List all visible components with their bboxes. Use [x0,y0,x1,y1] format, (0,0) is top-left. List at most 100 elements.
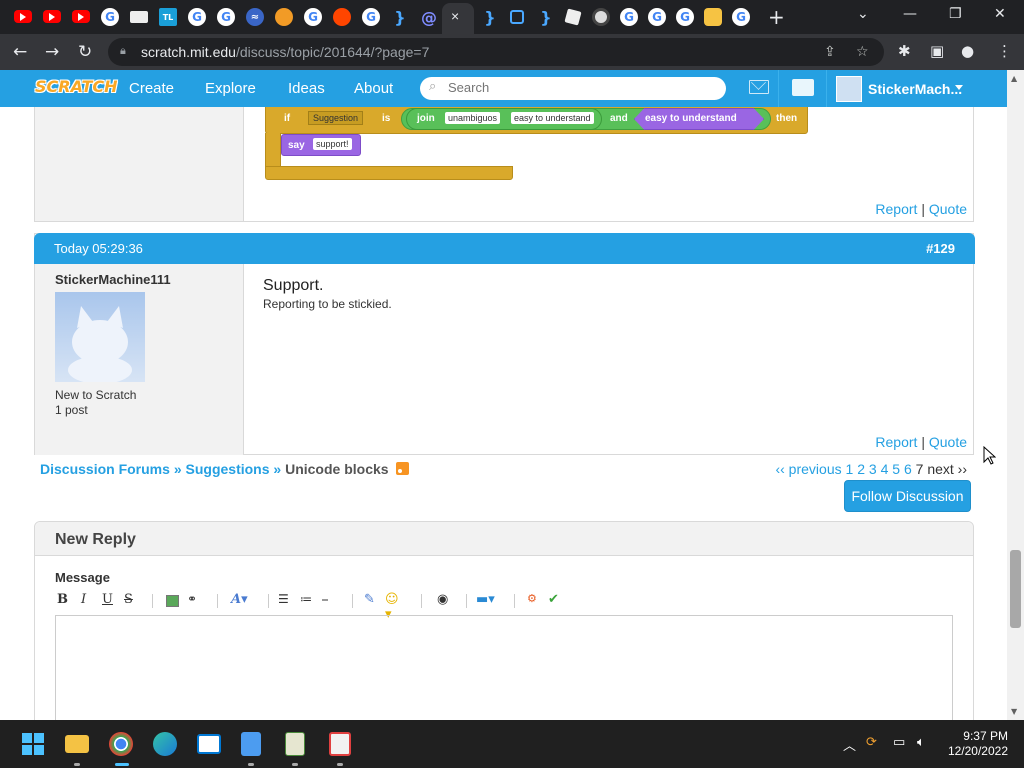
notepad-icon[interactable] [241,732,261,756]
bookmark-star-icon[interactable]: ☆ [856,44,869,60]
search-input[interactable] [448,80,708,95]
chrome-tab-icon[interactable] [592,8,610,26]
restore-icon[interactable]: ❐ [949,6,962,22]
font-color-icon[interactable]: A▾ [231,592,248,607]
quote-link[interactable]: Quote [929,201,967,217]
pager-previous[interactable]: ‹‹ previous [775,461,841,477]
orange-app-tab-icon[interactable] [275,8,293,26]
monitor-tab-icon[interactable] [130,11,148,23]
system-clock[interactable]: 9:37 PM 12/20/2022 [948,729,1008,759]
windows-start-icon[interactable] [21,732,45,756]
youtube-tab-icon[interactable] [72,10,90,23]
tl-tab-icon[interactable]: TL [159,8,177,26]
google-tab-icon[interactable]: G [676,8,694,26]
back-arrow-icon[interactable]: ← [13,42,27,62]
google-tab-icon[interactable]: G [732,8,750,26]
breadcrumb-category[interactable]: Suggestions [186,461,270,477]
close-window-icon[interactable]: ✕ [994,6,1006,22]
underline-button[interactable]: U [102,592,113,607]
username[interactable]: StickerMach... [868,81,962,97]
pager-page-2[interactable]: 2 [857,461,865,477]
minimize-icon[interactable]: — [903,6,917,22]
google-tab-icon[interactable]: G [362,8,380,26]
google-tab-icon[interactable]: G [101,8,119,26]
pager-page-1[interactable]: 1 [846,461,854,477]
tray-chevron-icon[interactable]: ︿ [843,735,856,754]
author-avatar[interactable] [55,292,145,384]
wave-tab-icon[interactable]: ≈ [246,8,264,26]
my-stuff-icon[interactable] [792,79,814,96]
omnibox[interactable]: 🔒︎ scratch.mit.edu/discuss/topic/201644/… [108,38,884,66]
user-avatar[interactable] [836,76,862,102]
reload-icon[interactable]: ↻ [78,42,92,62]
quote-link[interactable]: Quote [929,434,967,450]
braces-tab-icon[interactable]: } [537,8,555,27]
report-link[interactable]: Report [875,434,917,450]
post-number[interactable]: #129 [926,241,955,256]
scratch-logo[interactable]: SCRATCH [35,77,117,96]
scroll-up-icon[interactable]: ▲ [1011,74,1017,83]
network-icon[interactable]: ▭ [893,735,905,750]
profile-icon[interactable]: ● [961,42,974,60]
follow-discussion-button[interactable]: Follow Discussion [844,480,971,512]
extensions-icon[interactable]: ✱ [898,42,911,60]
scroll-down-icon[interactable]: ▼ [1011,707,1017,716]
pager-page-4[interactable]: 4 [881,461,889,477]
post-author[interactable]: StickerMachine111 [55,272,171,287]
reddit-tab-icon[interactable] [333,8,351,26]
url-text[interactable]: scratch.mit.edu/discuss/topic/201644/?pa… [141,44,429,60]
roblox-tab-icon[interactable] [564,8,582,26]
pager-page-5[interactable]: 5 [892,461,900,477]
scratchblocks-icon[interactable]: ▬▾ [476,592,495,607]
youtube-tab-icon[interactable] [14,10,32,23]
braces-tab-icon[interactable]: } [391,8,409,27]
breadcrumb-forums[interactable]: Discussion Forums [40,461,170,477]
square-tab-icon[interactable] [510,10,524,24]
paint-icon[interactable] [285,732,305,756]
share-icon[interactable]: ⇪ [824,44,836,60]
nav-explore[interactable]: Explore [205,80,256,97]
message-textarea[interactable] [55,615,953,720]
menu-kebab-icon[interactable]: ⋮ [997,42,1012,60]
rss-feed-icon[interactable] [396,462,410,475]
file-explorer-icon[interactable] [65,735,89,753]
scroll-thumb[interactable] [1010,550,1021,628]
sync-icon[interactable]: ⟳ [866,735,877,750]
new-tab-button[interactable]: + [768,5,785,29]
link-icon[interactable]: ⚭ [187,592,197,606]
report-link[interactable]: Report [875,201,917,217]
chrome-icon[interactable] [109,732,133,756]
at-tab-icon[interactable]: @ [420,8,438,27]
gold-app-tab-icon[interactable] [704,8,722,26]
search-box[interactable]: ⌕ [420,77,726,100]
user-menu-caret-icon[interactable] [955,85,963,90]
side-panel-icon[interactable]: ▣ [930,42,944,60]
snipping-tool-icon[interactable] [329,732,351,756]
youtube-tab-icon[interactable] [43,10,61,23]
volume-icon[interactable]: 🔈︎ [917,735,925,750]
horizontal-rule-icon[interactable]: ⎯ [322,592,328,607]
store-icon[interactable] [197,734,221,754]
strikethrough-button[interactable]: S [124,592,133,607]
nav-ideas[interactable]: Ideas [288,80,325,97]
numbered-list-icon[interactable]: ≔ [300,592,312,606]
google-tab-icon[interactable]: G [620,8,638,26]
pager-page-6[interactable]: 6 [904,461,912,477]
pager-next[interactable]: next ›› [927,461,967,477]
google-tab-icon[interactable]: G [304,8,322,26]
bullet-list-icon[interactable]: ☰ [278,592,289,606]
bold-button[interactable]: B [57,592,68,607]
google-tab-icon[interactable]: G [188,8,206,26]
clear-formatting-icon[interactable]: ⚙ [527,592,537,605]
messages-icon[interactable] [749,80,769,94]
italic-button[interactable]: I [81,592,86,607]
preview-check-icon[interactable]: ✔ [548,592,559,607]
pager-page-3[interactable]: 3 [869,461,877,477]
tab-search-chevron-icon[interactable]: ⌄ [857,6,869,22]
google-tab-icon[interactable]: G [648,8,666,26]
image-icon[interactable] [166,595,179,607]
code-icon[interactable]: ✎ [364,592,375,607]
google-tab-icon[interactable]: G [217,8,235,26]
nav-create[interactable]: Create [129,80,174,97]
globe-icon[interactable]: ◉ [437,592,448,607]
